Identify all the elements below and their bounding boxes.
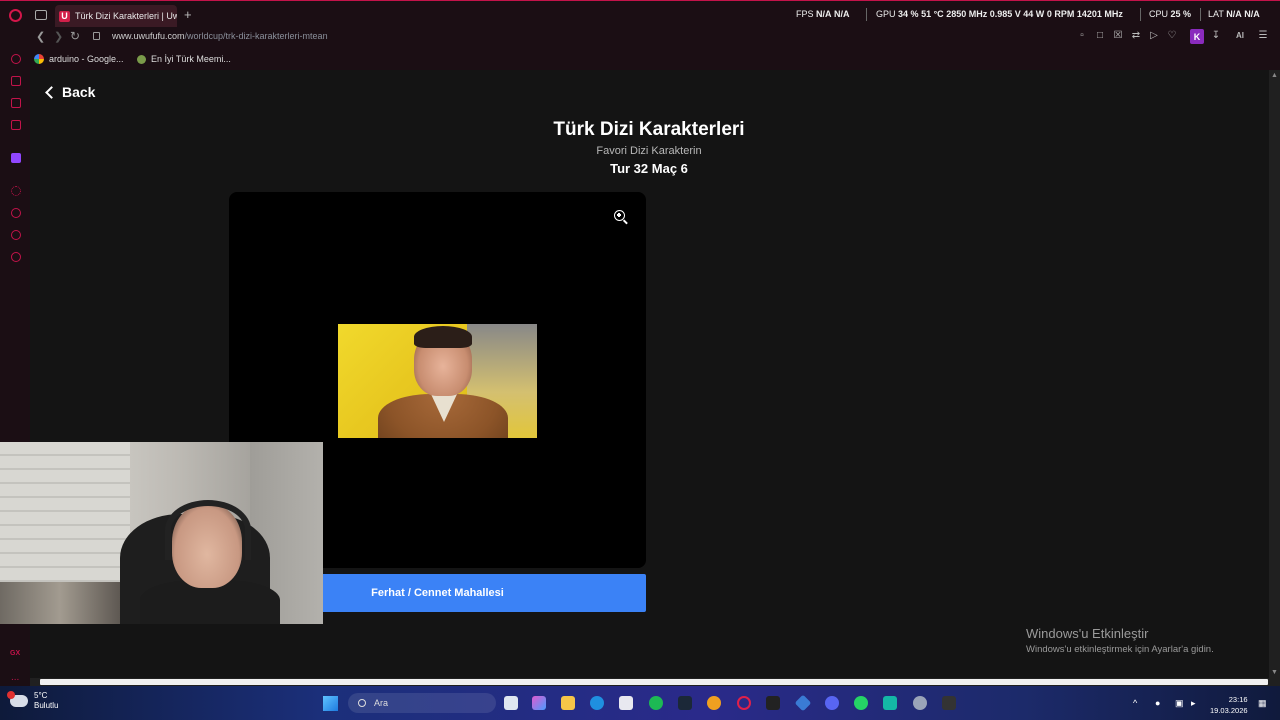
clock-time: 23:16 bbox=[1228, 695, 1248, 704]
tray-chevron-icon[interactable]: ^ bbox=[1133, 698, 1137, 708]
page-subtitle: Favori Dizi Karakterin bbox=[596, 145, 702, 157]
discord-icon[interactable] bbox=[825, 696, 839, 710]
bookmark-favicon-icon bbox=[137, 54, 146, 64]
candidate-image[interactable] bbox=[338, 324, 537, 438]
volume-icon[interactable]: ▸ bbox=[1191, 698, 1196, 709]
vertical-scrollbar[interactable]: ▲ ▼ bbox=[1269, 70, 1280, 678]
lock-icon[interactable] bbox=[93, 32, 100, 40]
search-icon bbox=[358, 699, 366, 707]
weather-temperature: 5°C bbox=[34, 691, 48, 700]
bookmark-item[interactable]: arduino - Google... bbox=[34, 54, 124, 64]
steam-icon[interactable] bbox=[678, 696, 692, 710]
activation-message: Windows'u etkinleştirmek için Ayarlar'a … bbox=[1026, 644, 1214, 655]
weather-widget[interactable]: 5°C Bulutlu bbox=[7, 691, 59, 711]
hud-divider bbox=[866, 8, 867, 21]
windows-taskbar: 5°C Bulutlu Ara ^ ● ▣ ▸ 23:16 19.03.2026… bbox=[0, 686, 1280, 720]
reload-icon[interactable]: ↻ bbox=[70, 29, 80, 43]
round-info: Tur 32 Maç 6 bbox=[610, 161, 688, 176]
active-tab[interactable]: U Türk Dizi Karakterleri | Uw bbox=[55, 5, 177, 27]
profile-avatar[interactable]: K bbox=[1190, 29, 1204, 44]
search-placeholder: Ara bbox=[374, 698, 389, 708]
snapshot-icon[interactable]: □ bbox=[1095, 31, 1105, 41]
sidebar-more-icon[interactable]: ... bbox=[11, 672, 19, 683]
copilot-icon[interactable] bbox=[532, 696, 546, 710]
network-tray-icon[interactable]: ▣ bbox=[1175, 698, 1184, 709]
play-icon[interactable]: ▷ bbox=[1149, 31, 1159, 41]
opera-menu-icon[interactable] bbox=[9, 9, 22, 22]
chrome-app-icon[interactable] bbox=[707, 696, 721, 710]
hud-gpu: GPU 34 % 51 °C 2850 MHz 0.985 V 44 W 0 R… bbox=[876, 9, 1123, 19]
taskbar-search[interactable]: Ara bbox=[348, 693, 496, 713]
zoom-in-icon[interactable] bbox=[614, 210, 625, 221]
store-app-icon[interactable] bbox=[619, 696, 633, 710]
windows-start-icon[interactable] bbox=[323, 696, 338, 711]
back-label: Back bbox=[62, 84, 96, 100]
activation-title: Windows'u Etkinleştir bbox=[1026, 626, 1149, 641]
ai-button[interactable]: AI bbox=[1230, 31, 1250, 41]
edge-icon[interactable] bbox=[590, 696, 604, 710]
bookmarks-bar: arduino - Google... En İyi Türk Meemi... bbox=[0, 46, 1280, 70]
twitch-icon[interactable] bbox=[11, 153, 21, 163]
settings-app-icon[interactable] bbox=[913, 696, 927, 710]
heart-icon[interactable]: ♡ bbox=[1167, 31, 1177, 41]
network-icon[interactable] bbox=[11, 186, 21, 196]
hud-lat: LAT N/A N/A bbox=[1208, 9, 1260, 19]
spotify-icon[interactable] bbox=[649, 696, 663, 710]
menu-icon[interactable]: ☰ bbox=[1258, 31, 1268, 41]
tab-title: Türk Dizi Karakterleri | Uw bbox=[75, 11, 177, 21]
hud-cpu: CPU 25 % bbox=[1149, 9, 1192, 19]
hud-divider bbox=[1200, 8, 1201, 21]
scroll-up-icon[interactable]: ▲ bbox=[1271, 72, 1278, 79]
system-clock[interactable]: 23:16 19.03.2026 bbox=[1210, 694, 1248, 716]
google-icon bbox=[34, 54, 44, 64]
bookmark-item[interactable]: En İyi Türk Meemi... bbox=[137, 54, 231, 64]
clock-date: 19.03.2026 bbox=[1210, 706, 1248, 715]
messages-icon[interactable] bbox=[11, 98, 21, 108]
terminal-icon[interactable] bbox=[942, 696, 956, 710]
store-icon[interactable] bbox=[11, 76, 21, 86]
news-icon[interactable] bbox=[11, 120, 21, 130]
opera-gx-icon[interactable] bbox=[737, 696, 751, 710]
pin-icon[interactable]: ▫ bbox=[1077, 31, 1087, 41]
microphone-icon[interactable]: ● bbox=[1155, 698, 1160, 708]
horizontal-scrollbar[interactable] bbox=[30, 678, 1280, 686]
back-nav-icon[interactable]: ❮ bbox=[36, 30, 45, 43]
app-icon[interactable] bbox=[883, 696, 897, 710]
address-bar: ❮ ❯ ↻ www.uwufufu.com/worldcup/trk-dizi-… bbox=[0, 28, 1280, 46]
webcam-overlay bbox=[0, 442, 323, 624]
bookmark-label: En İyi Türk Meemi... bbox=[151, 54, 231, 64]
task-view-icon[interactable] bbox=[504, 696, 518, 710]
gx-label: GX bbox=[10, 650, 21, 657]
url-field[interactable]: www.uwufufu.com/worldcup/trk-dizi-karakt… bbox=[112, 31, 328, 41]
bookmark-label: arduino - Google... bbox=[49, 54, 124, 64]
chevron-left-icon bbox=[45, 85, 58, 99]
back-button[interactable]: Back bbox=[45, 84, 95, 100]
hud-fps: FPS N/A N/A bbox=[796, 9, 850, 19]
extensions-icon[interactable] bbox=[11, 230, 21, 240]
epic-app-icon[interactable] bbox=[766, 696, 780, 710]
history-icon[interactable] bbox=[11, 208, 21, 218]
forward-nav-icon[interactable]: ❯ bbox=[54, 30, 63, 43]
workspaces-icon[interactable] bbox=[35, 10, 47, 20]
notification-icon[interactable]: ▦ bbox=[1258, 698, 1267, 709]
file-explorer-icon[interactable] bbox=[561, 696, 575, 710]
weather-text: Bulutlu bbox=[34, 701, 59, 710]
page-title: Türk Dizi Karakterleri bbox=[553, 119, 745, 140]
new-tab-button[interactable]: + bbox=[184, 7, 192, 22]
hud-divider bbox=[1140, 8, 1141, 21]
gx-control-icon[interactable] bbox=[11, 54, 21, 64]
cloud-icon bbox=[7, 691, 28, 707]
tab-strip: U Türk Dizi Karakterleri | Uw + FPS N/A … bbox=[0, 0, 1280, 28]
download-icon[interactable]: ↧ bbox=[1211, 31, 1221, 41]
whatsapp-icon[interactable] bbox=[854, 696, 868, 710]
settings-icon[interactable] bbox=[11, 252, 21, 262]
vpn-icon[interactable] bbox=[794, 694, 812, 712]
scroll-down-icon[interactable]: ▼ bbox=[1271, 669, 1278, 676]
tab-favicon-icon: U bbox=[59, 10, 70, 22]
scrollbar-thumb[interactable] bbox=[40, 679, 1268, 685]
windows-activation-watermark: Windows'u Etkinleştir Windows'u etkinleş… bbox=[1026, 626, 1214, 655]
adblock-icon[interactable]: ☒ bbox=[1113, 31, 1123, 41]
translate-icon[interactable]: ⇄ bbox=[1131, 31, 1141, 41]
